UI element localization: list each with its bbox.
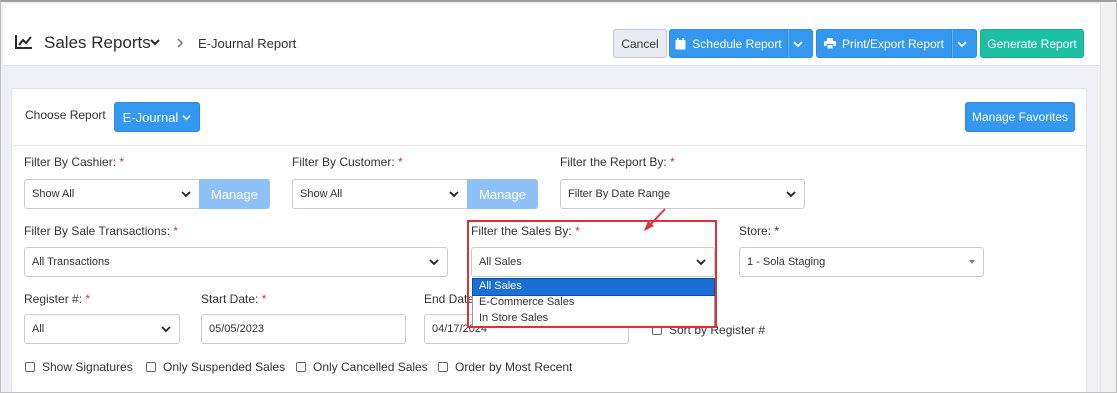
chevron-down-icon [161,326,171,333]
chevron-right-icon [177,38,184,48]
only-cancelled-sales-checkbox[interactable]: Only Cancelled Sales [296,360,428,374]
filter-report-by-value: Filter By Date Range [568,188,671,200]
schedule-report-dropdown-button[interactable] [788,29,813,58]
required-mark: * [774,224,780,238]
chevron-down-icon[interactable] [149,36,161,48]
store-select[interactable]: 1 - Sola Staging [739,247,984,277]
divider [12,145,1086,146]
chevron-down-icon [956,40,967,47]
filter-sale-transactions-value: All Transactions [32,256,110,268]
register-select[interactable]: All [24,314,180,344]
triangle-down-icon [969,260,975,264]
print-export-label: Print/Export Report [841,36,945,51]
required-mark: * [85,292,91,306]
choose-report-dropdown[interactable]: E-Journal [114,102,200,132]
page-title: Sales Reports [44,33,151,52]
chevron-down-icon [792,40,803,47]
filter-report-by-label: Filter the Report By: * [560,155,675,169]
manage-favorites-label: Manage Favorites [971,110,1069,124]
annotation-highlight-box [467,220,717,328]
app-window: Sales Reports E-Journal Report Cancel Sc… [0,0,1117,393]
printer-icon [823,38,836,49]
register-value: All [32,323,45,335]
filter-sale-transactions-select[interactable]: All Transactions [24,247,448,277]
schedule-report-label: Schedule Report [692,36,782,51]
order-by-most-recent-checkbox[interactable]: Order by Most Recent [438,360,572,374]
choose-report-value: E-Journal [122,109,179,125]
register-label-text: Register #: [24,292,83,306]
page-header: Sales Reports E-Journal Report Cancel Sc… [3,4,1100,66]
only-cancelled-sales-label: Only Cancelled Sales [313,360,428,374]
choose-report-label: Choose Report [25,108,106,122]
filter-sale-transactions-label-text: Filter By Sale Transactions: [24,224,171,238]
show-signatures-checkbox[interactable]: Show Signatures [25,360,133,374]
store-label: Store: * [739,224,779,238]
required-mark: * [398,155,403,169]
start-date-label: Start Date: * [201,292,266,306]
filter-cashier-label-text: Filter By Cashier: [24,155,117,169]
filter-customer-value: Show All [300,188,343,200]
scrollbar[interactable] [1100,2,1116,392]
filter-cashier-label: Filter By Cashier: * [24,155,124,169]
print-export-button[interactable]: Print/Export Report [816,29,952,58]
manage-customer-button[interactable]: Manage [467,179,538,209]
store-label-text: Store: [739,224,772,238]
manage-cashier-label: Manage [211,186,258,202]
manage-favorites-button[interactable]: Manage Favorites [965,102,1075,132]
checkbox-box[interactable] [438,362,448,372]
start-date-value: 05/05/2023 [209,323,265,335]
chevron-down-icon [182,114,191,120]
filter-customer-label-text: Filter By Customer: [292,155,395,169]
chevron-down-icon [429,259,439,266]
chevron-down-icon [181,191,191,198]
annotation-arrow-icon [644,208,666,231]
only-suspended-sales-label: Only Suspended Sales [163,360,286,374]
filter-sale-transactions-label: Filter By Sale Transactions: * [24,224,178,238]
chevron-down-icon [449,191,459,198]
filter-cashier-select[interactable]: Show All [24,179,200,209]
filter-report-by-select[interactable]: Filter By Date Range [560,179,805,209]
required-mark: * [119,155,125,169]
filter-customer-label: Filter By Customer: * [292,155,403,169]
generate-report-button[interactable]: Generate Report [980,29,1084,58]
breadcrumb: E-Journal Report [198,36,297,51]
cancel-label: Cancel [621,36,659,51]
register-label: Register #: * [24,292,90,306]
checkbox-box[interactable] [296,362,306,372]
checkbox-box[interactable] [146,362,156,372]
order-by-most-recent-label: Order by Most Recent [455,360,573,374]
line-chart-icon [15,35,32,49]
only-suspended-sales-checkbox[interactable]: Only Suspended Sales [146,360,285,374]
start-date-input[interactable]: 05/05/2023 [201,314,406,344]
required-mark: * [173,224,179,238]
chevron-down-icon [786,191,796,198]
required-mark: * [670,155,675,169]
schedule-report-button[interactable]: Schedule Report [669,29,788,58]
generate-report-label: Generate Report [987,36,1077,51]
filter-customer-select[interactable]: Show All [292,179,468,209]
manage-customer-label: Manage [479,186,526,202]
required-mark: * [261,292,267,306]
show-signatures-label: Show Signatures [42,360,133,374]
filter-report-by-label-text: Filter the Report By: [560,155,667,169]
manage-cashier-button[interactable]: Manage [199,179,270,209]
calendar-icon [675,37,686,49]
cancel-button[interactable]: Cancel [613,29,667,58]
print-export-dropdown-button[interactable] [952,29,977,58]
checkbox-box[interactable] [25,362,35,372]
filter-cashier-value: Show All [32,188,75,200]
store-value: 1 - Sola Staging [747,256,826,268]
start-date-label-text: Start Date: [201,292,259,306]
